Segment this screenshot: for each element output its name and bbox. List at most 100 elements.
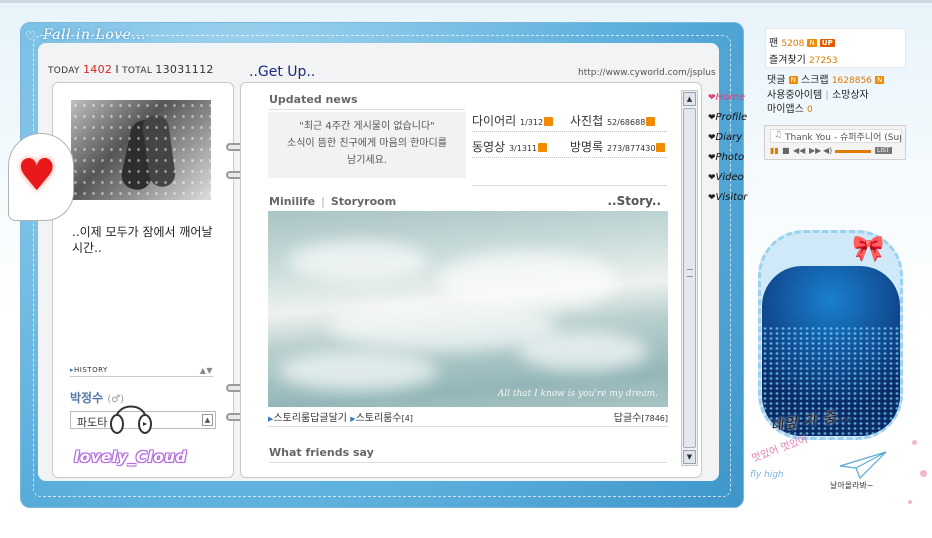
deco-fly: fly high: [750, 470, 784, 480]
story-count: [4]: [401, 414, 413, 423]
next-icon[interactable]: ▶▶: [809, 146, 821, 155]
stats-row: 다이어리 1/312 사진첩 52/68688: [472, 106, 667, 132]
stat-count: 52/68688: [606, 118, 646, 127]
apps-line[interactable]: 마이앱스 0: [767, 100, 813, 115]
stat-diary[interactable]: 다이어리 1/312: [472, 112, 554, 129]
scroll-down-icon[interactable]: ▼: [683, 450, 696, 464]
tab-home[interactable]: ❤Home: [708, 92, 764, 112]
shop-link[interactable]: 소망상자: [832, 90, 869, 101]
apps-count: 0: [807, 105, 813, 115]
apps-label: 마이앱스: [767, 104, 804, 115]
history-bar[interactable]: ▸HISTORY ▲▼: [70, 366, 213, 377]
total-label: TOTAL: [122, 66, 153, 76]
reply-count-block: 답글수[7846]: [614, 409, 668, 424]
stats-divider: [472, 160, 667, 186]
grip-icon: [687, 269, 693, 277]
comment-label: 댓글: [767, 75, 786, 86]
bookmark-line[interactable]: 즐겨찾기 27253: [769, 51, 838, 66]
tab-visitor[interactable]: ❤Visitor: [708, 192, 764, 212]
volume-icon[interactable]: ◀): [823, 146, 832, 155]
playlist-button[interactable]: LIST: [875, 147, 892, 154]
stat-count: 273/877430: [606, 144, 656, 153]
minilife-header: Minilife | Storyroom ..Story..: [269, 194, 667, 212]
today-label: TODAY: [48, 66, 80, 76]
stat-guestbook[interactable]: 방명록 273/877430: [570, 138, 666, 155]
heart-icon: ❤: [708, 153, 716, 163]
heart-bubble: ♥: [8, 133, 74, 221]
signature-text: lovely_Cloud: [74, 448, 187, 466]
total-value: 13031112: [155, 63, 214, 76]
storyroom-links: ▶스토리룸답글달기 ▶스토리룸수[4] 답글수[7846]: [268, 409, 668, 427]
song-title-box[interactable]: ♫ Thank You - 슈퍼주니어 (Sup: [770, 129, 902, 143]
new-badge-icon: [544, 117, 554, 126]
fan-count: 5208: [781, 39, 805, 49]
heart-icon: ❤: [708, 93, 716, 103]
tab-diary[interactable]: ❤Diary: [708, 132, 764, 152]
profile-photo[interactable]: [71, 100, 211, 200]
music-note-icon: ♫: [774, 130, 783, 140]
scrap-label[interactable]: 스크랩: [801, 75, 829, 86]
tab-storyroom[interactable]: Storyroom: [331, 195, 396, 208]
new-badge-icon: [656, 143, 666, 152]
fan-box: 팬 5208 N UP 즐겨찾기 27253: [765, 28, 906, 68]
updated-empty-line: 소식이 뜸한 친구에게 마음의 한마디를: [287, 138, 447, 149]
item-separator: |: [825, 90, 829, 101]
stat-label: 방명록: [570, 140, 604, 154]
story-count-link[interactable]: 스토리룸수: [356, 413, 402, 424]
reply-story-link[interactable]: 스토리룸답글달기: [273, 413, 347, 424]
volume-slider[interactable]: [835, 150, 871, 153]
photo-snow: [71, 100, 211, 200]
stop-icon[interactable]: ■: [782, 146, 790, 155]
updated-empty-line: "최근 4주간 게시물이 없습니다": [299, 121, 435, 132]
counter-separator: I: [115, 63, 119, 76]
cloud: [518, 331, 648, 371]
heart-icon: ❤: [708, 133, 716, 143]
stat-video[interactable]: 동영상 3/1311: [472, 138, 548, 155]
visit-counter: TODAY 1402 I TOTAL 13031112: [48, 63, 214, 76]
updated-empty-line: 남기세요.: [347, 155, 387, 166]
storyroom-image[interactable]: All that I know is you're my dream.: [268, 211, 668, 407]
new-badge-icon: [538, 143, 548, 152]
new-badge: N: [788, 76, 798, 84]
tab-video[interactable]: ❤Video: [708, 172, 764, 192]
story-link[interactable]: ..Story..: [608, 194, 662, 208]
song-title: Thank You - 슈퍼주니어 (Sup: [785, 133, 902, 143]
bookmark-label: 즐겨찾기: [769, 55, 806, 66]
tab-label: Photo: [715, 152, 745, 163]
stats-panel: 다이어리 1/312 사진첩 52/68688 동영상 3/1311 방명록 2…: [472, 106, 667, 158]
menu-tabs: ❤Home ❤Profile ❤Diary ❤Photo ❤Video ❤Vis…: [708, 92, 764, 212]
heart-icon: ❤: [708, 173, 716, 183]
reply-label: 답글수: [613, 413, 642, 424]
heart-icon: ❤: [708, 193, 716, 203]
cyworld-minihompy: ♡ Fall in Love... TODAY 1402 I TOTAL 130…: [0, 0, 932, 538]
updated-news-box: "최근 4주간 게시물이 없습니다" 소식이 뜸한 친구에게 마음의 한마디를 …: [268, 112, 466, 178]
new-badge-icon: [646, 117, 656, 126]
fan-label: 팬: [769, 38, 779, 49]
pink-dot: [908, 500, 912, 504]
updated-news-header: Updated news: [269, 93, 465, 110]
tab-photo[interactable]: ❤Photo: [708, 152, 764, 172]
heart-icon: ❤: [708, 113, 716, 123]
stats-row: 동영상 3/1311 방명록 273/877430: [472, 132, 667, 158]
tab-label: Home: [715, 92, 746, 103]
history-label: HISTORY: [74, 366, 108, 374]
cloud: [278, 351, 438, 391]
play-icon[interactable]: ▮▮: [770, 146, 779, 155]
stat-photo[interactable]: 사진첩 52/68688: [570, 112, 656, 129]
comment-line[interactable]: 댓글 N 스크랩 1628856 N: [767, 71, 885, 86]
tab-profile[interactable]: ❤Profile: [708, 112, 764, 132]
scroll-thumb[interactable]: [683, 108, 696, 448]
tab-label: Visitor: [715, 192, 748, 203]
homepage-url[interactable]: http://www.cyworld.com/jsplus: [578, 68, 716, 78]
tab-minilife[interactable]: Minilife: [269, 195, 315, 208]
history-toggle-icon[interactable]: ▲▼: [200, 366, 213, 375]
mood-message: ..이제 모두가 잠에서 깨어날 시간..: [72, 225, 213, 255]
fan-line[interactable]: 팬 5208 N UP: [769, 34, 835, 49]
new-badge: N: [807, 39, 817, 47]
scrap-count: 1628856: [831, 76, 872, 86]
scroll-up-icon[interactable]: ▲: [683, 92, 696, 106]
scrollbar[interactable]: ▲ ▼: [681, 90, 698, 466]
deco-bird-text: 날아올라봐~: [830, 481, 874, 490]
prev-icon[interactable]: ◀◀: [793, 146, 805, 155]
wave-arrow-icon[interactable]: ▲: [202, 414, 213, 426]
